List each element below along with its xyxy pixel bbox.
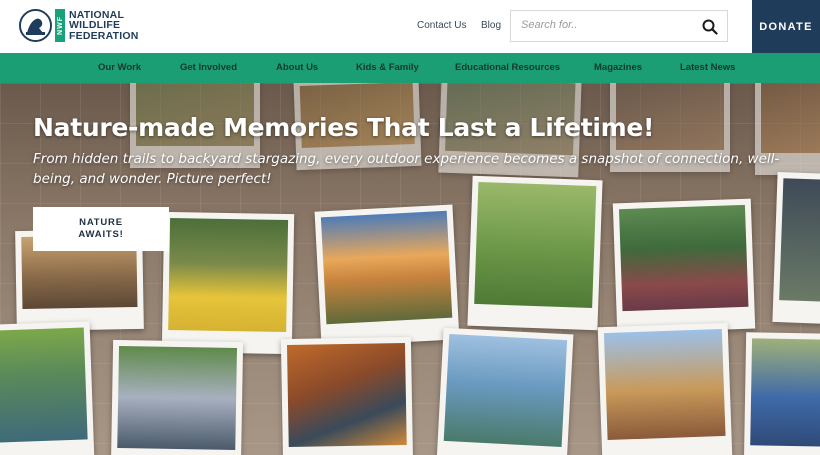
photo-polaroid-gear-flatlay [280, 336, 414, 455]
ranger-rick-logo-icon [19, 9, 52, 42]
site-header: NWF NATIONAL WILDLIFE FEDERATION Contact… [0, 0, 820, 53]
nav-item-about-us[interactable]: About Us [276, 62, 318, 73]
photo-polaroid-couple-bubbles [612, 198, 756, 334]
nwf-logo[interactable]: NWF NATIONAL WILDLIFE FEDERATION [19, 9, 138, 42]
nature-awaits-button[interactable]: NATURE AWAITS! [33, 207, 169, 251]
photo-polaroid-binoculars-girl [161, 211, 295, 355]
donate-button[interactable]: DONATE [752, 0, 820, 53]
nwf-badge-text: NWF [56, 16, 64, 35]
nav-item-latest-news[interactable]: Latest News [680, 62, 735, 73]
logo-wordmark: NATIONAL WILDLIFE FEDERATION [69, 10, 138, 42]
hero-title: Nature-made Memories That Last a Lifetim… [33, 113, 655, 142]
main-nav: Our Work Get Involved About Us Kids & Fa… [0, 53, 820, 83]
nav-item-kids-family[interactable]: Kids & Family [356, 62, 419, 73]
cta-label: NATURE AWAITS! [78, 217, 123, 241]
photo-polaroid-picnic [597, 322, 733, 455]
hero-subtitle: From hidden trails to backyard stargazin… [33, 151, 780, 187]
nav-item-magazines[interactable]: Magazines [594, 62, 642, 73]
photo-polaroid-sunset-tent [314, 204, 460, 347]
blog-link[interactable]: Blog [481, 20, 501, 31]
photo-polaroid-right-edge [772, 171, 820, 325]
logo-line-3: FEDERATION [69, 29, 139, 42]
nav-item-educational-resources[interactable]: Educational Resources [455, 62, 560, 73]
cta-line-1: NATURE [79, 217, 123, 228]
nav-item-our-work[interactable]: Our Work [98, 62, 141, 73]
photo-polaroid-hikers [743, 332, 820, 455]
search-icon[interactable] [702, 19, 718, 35]
nav-item-get-involved[interactable]: Get Involved [180, 62, 237, 73]
photo-polaroid-kayaks [0, 321, 95, 455]
photo-polaroid-canoe-lake [436, 327, 574, 455]
photo-polaroid-family-camp [110, 339, 244, 455]
contact-us-link[interactable]: Contact Us [417, 20, 466, 31]
nwf-badge: NWF [55, 9, 65, 42]
cta-line-2: AWAITS! [78, 229, 124, 240]
photo-polaroid-kids-garden [467, 175, 603, 331]
search-input[interactable] [521, 19, 691, 31]
hero-banner: Nature-made Memories That Last a Lifetim… [0, 83, 820, 455]
search-box [510, 10, 728, 42]
